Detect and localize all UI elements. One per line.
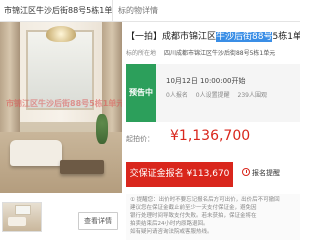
notice-line: 银行处理时间导致支付失败。若未获拍，保证金将在 <box>130 213 257 219</box>
gallery-panel: 市锦江区牛沙后街88号5栋1单元9层9 查看详情 <box>0 22 122 240</box>
view-details-button[interactable]: 查看详情 <box>78 212 118 230</box>
reminder-count: 0人设置提醒 <box>195 92 230 99</box>
tab-listing-label: 市锦江区牛沙后街88号5栋1单元9层9 <box>4 6 113 15</box>
photo-sofa <box>10 140 62 166</box>
stats-row: 0人报名 0人设置提醒 239人围观 <box>166 90 273 99</box>
pay-deposit-register-button[interactable]: 交保证金报名 ¥113,670 <box>126 162 233 187</box>
tab-listing[interactable]: 市锦江区牛沙后街88号5栋1单元9层9× <box>0 0 113 21</box>
tab-bar: 市锦江区牛沙后街88号5栋1单元9层9× 标的物详情 <box>0 0 300 22</box>
photo-chandelier <box>46 26 76 42</box>
listing-panel: 【一拍】成都市锦江区牛沙后街88号5栋1单元9层 标的所在地 四川成都市锦江区牛… <box>126 22 300 240</box>
notice-line: 拍卖结束后24小时内原路退回。 <box>130 221 209 227</box>
status-card: 预告中 10月12日 10:00:00开始 0人报名 0人设置提醒 239人围观 <box>126 64 300 122</box>
start-time: 10月12日 10:00:00开始 <box>166 77 246 85</box>
tab-item-details[interactable]: 标的物详情 <box>114 0 162 21</box>
starting-price-value: ¥1,136,700 <box>170 128 251 144</box>
listing-title: 【一拍】成都市锦江区牛沙后街88号5栋1单元9层 <box>126 30 300 44</box>
title-prefix: 【一拍】成都市锦江区 <box>126 32 217 42</box>
notice-line: 如有疑问请咨询法院或客服热线。 <box>130 229 213 235</box>
main-photo[interactable]: 市锦江区牛沙后街88号5栋1单元9层9 <box>0 22 122 193</box>
notice-box: ① 提醒您：出价时不要忘记报名后方可出价，出价后不可撤回 建议您在保证金截止前至… <box>126 194 300 240</box>
photo-table <box>60 160 104 174</box>
starting-price-label: 起拍价： <box>126 135 154 143</box>
registration-reminder-link[interactable]: 报名提醒 <box>242 168 280 178</box>
price-row: 起拍价： ¥1,136,700 <box>126 128 300 148</box>
photo-curtain-left <box>0 22 20 142</box>
location-value: 四川成都市锦江区牛沙后街88号5栋1单元 <box>163 50 276 57</box>
registration-reminder-label: 报名提醒 <box>252 169 280 177</box>
photo-plant <box>96 114 108 144</box>
title-suffix: 5栋1单元9层 <box>272 32 300 42</box>
location-label: 标的所在地 <box>126 50 157 57</box>
thumbnail-window <box>15 205 31 215</box>
view-count: 239人围观 <box>237 92 267 99</box>
notice-line: ① 提醒您：出价时不要忘记报名后方可出价，出价后不可撤回 <box>130 197 280 203</box>
title-highlight: 牛沙后街88号 <box>216 32 273 42</box>
tab-item-details-label: 标的物详情 <box>118 6 158 15</box>
clock-icon <box>242 168 250 176</box>
thumbnail[interactable] <box>2 202 42 232</box>
location-row: 标的所在地 四川成都市锦江区牛沙后街88号5栋1单元 <box>126 48 300 60</box>
photo-watermark: 市锦江区牛沙后街88号5栋1单元9层9 <box>6 99 122 108</box>
notice-line: 建议您在保证金截止前至少一天支付保证金，避免因 <box>130 205 257 211</box>
thumbnail-sofa <box>8 217 26 226</box>
enrolled-count: 0人报名 <box>166 92 188 99</box>
status-badge: 预告中 <box>126 64 156 122</box>
